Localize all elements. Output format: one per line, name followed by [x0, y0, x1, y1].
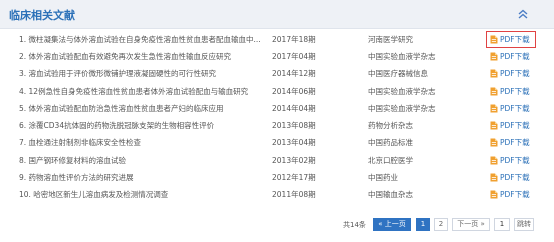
- pdf-download-link[interactable]: PDF下载: [490, 84, 530, 99]
- article-period: 2014年12期: [272, 69, 316, 78]
- pdf-download-link[interactable]: PDF下载: [490, 170, 530, 185]
- pdf-download-label: PDF下载: [500, 173, 530, 182]
- next-page-button[interactable]: 下一页 »: [452, 218, 490, 231]
- article-journal: 河南医学研究: [368, 35, 413, 44]
- pdf-download-link[interactable]: PDF下载: [490, 101, 530, 116]
- pdf-file-icon: [490, 190, 498, 199]
- article-period: 2013年02期: [272, 156, 316, 165]
- prev-page-button[interactable]: « 上一页: [373, 218, 411, 231]
- jump-button[interactable]: 跳转: [514, 218, 534, 231]
- pdf-download-link[interactable]: PDF下载: [490, 49, 530, 64]
- pdf-download-label: PDF下载: [500, 190, 530, 199]
- article-period: 2013年08期: [272, 121, 316, 130]
- article-journal: 中国实验血液学杂志: [368, 52, 436, 61]
- article-period: 2013年04期: [272, 138, 316, 147]
- collapse-chevron-icon[interactable]: [517, 9, 529, 19]
- table-row: 6. 涂覆CD34抗体固的药物洗脱冠脉支架的生物相容性评价 2013年08期 药物分…: [0, 118, 554, 133]
- panel-title: 临床相关文献: [9, 9, 75, 22]
- pdf-download-link[interactable]: PDF下载: [490, 153, 530, 168]
- article-title-link[interactable]: 2. 体外溶血试验配血有效避免再次发生急性溶血性输血反应研究: [19, 49, 267, 64]
- article-title-link[interactable]: 5. 体外溶血试验配血防治急性溶血性贫血患者产妇的临床应用: [19, 101, 267, 116]
- pdf-file-icon: [490, 35, 498, 44]
- pdf-download-label: PDF下载: [500, 138, 530, 147]
- panel-header: 临床相关文献: [0, 0, 554, 29]
- article-title-link[interactable]: 7. 血栓通注射制剂非临床安全性检查: [19, 135, 267, 150]
- pdf-download-link[interactable]: PDF下载: [490, 32, 530, 47]
- table-row: 2. 体外溶血试验配血有效避免再次发生急性溶血性输血反应研究 2017年04期 中国…: [0, 49, 554, 64]
- article-title-link[interactable]: 6. 涂覆CD34抗体固的药物洗脱冠脉支架的生物相容性评价: [19, 118, 267, 133]
- table-row: 4. 12例急性自身免疫性溶血性贫血患者体外溶血试验配血与输血研究 2014年06…: [0, 84, 554, 99]
- pdf-download-label: PDF下载: [500, 104, 530, 113]
- goto-page-input[interactable]: 1: [494, 218, 510, 231]
- table-row: 10. 哈密地区新生儿溶血病发及检测情况调查 2011年08期 中国输血杂志 PDF下…: [0, 187, 554, 202]
- pagination: 共14条 « 上一页 1 2 下一页 » 1 跳转: [0, 218, 554, 232]
- pdf-file-icon: [490, 156, 498, 165]
- article-journal: 中国医疗器械信息: [368, 69, 428, 78]
- article-period: 2017年18期: [272, 35, 316, 44]
- article-title-link[interactable]: 9. 药物溶血性评价方法的研究进展: [19, 170, 267, 185]
- pdf-file-icon: [490, 87, 498, 96]
- article-title-link[interactable]: 4. 12例急性自身免疫性溶血性贫血患者体外溶血试验配血与输血研究: [19, 84, 267, 99]
- pdf-download-label: PDF下载: [500, 69, 530, 78]
- pdf-file-icon: [490, 52, 498, 61]
- table-row: 9. 药物溶血性评价方法的研究进展 2012年17期 中国药业 PDF下载: [0, 170, 554, 185]
- pdf-file-icon: [490, 69, 498, 78]
- article-period: 2017年04期: [272, 52, 316, 61]
- article-journal: 药物分析杂志: [368, 121, 413, 130]
- article-period: 2012年17期: [272, 173, 316, 182]
- article-journal: 北京口腔医学: [368, 156, 413, 165]
- article-journal: 中国药业: [368, 173, 398, 182]
- pdf-download-link[interactable]: PDF下载: [490, 187, 530, 202]
- article-title-link[interactable]: 10. 哈密地区新生儿溶血病发及检测情况调查: [19, 187, 267, 202]
- pdf-download-link[interactable]: PDF下载: [490, 66, 530, 81]
- table-row: 5. 体外溶血试验配血防治急性溶血性贫血患者产妇的临床应用 2014年04期 中国实…: [0, 101, 554, 116]
- table-row: 3. 溶血试验用于评价微形微铺护理液凝固硬性的可行性研究 2014年12期 中国医疗…: [0, 66, 554, 81]
- table-row: 1. 微柱凝集法与体外溶血试验在自身免疫性溶血性贫血患者配血输血中... 2017…: [0, 32, 554, 47]
- pdf-download-label: PDF下载: [500, 156, 530, 165]
- article-journal: 中国输血杂志: [368, 190, 413, 199]
- article-journal: 中国药品标准: [368, 138, 413, 147]
- pdf-download-label: PDF下载: [500, 52, 530, 61]
- page-2-button[interactable]: 2: [434, 218, 448, 231]
- article-journal: 中国实验血液学杂志: [368, 104, 436, 113]
- table-row: 8. 国产钢环修复材料的溶血试验 2013年02期 北京口腔医学 PDF下载: [0, 153, 554, 168]
- page-1-button[interactable]: 1: [416, 218, 430, 231]
- pdf-file-icon: [490, 104, 498, 113]
- article-period: 2011年08期: [272, 190, 316, 199]
- article-period: 2014年06期: [272, 87, 316, 96]
- pdf-download-label: PDF下载: [500, 121, 530, 130]
- pdf-download-label: PDF下载: [500, 87, 530, 96]
- pagination-total: 共14条: [343, 221, 366, 229]
- pdf-download-link[interactable]: PDF下载: [490, 118, 530, 133]
- article-title-link[interactable]: 8. 国产钢环修复材料的溶血试验: [19, 153, 267, 168]
- pdf-download-link[interactable]: PDF下载: [490, 135, 530, 150]
- article-title-link[interactable]: 1. 微柱凝集法与体外溶血试验在自身免疫性溶血性贫血患者配血输血中...: [19, 32, 267, 47]
- pdf-download-label: PDF下载: [500, 35, 530, 44]
- table-row: 7. 血栓通注射制剂非临床安全性检查 2013年04期 中国药品标准 PDF下载: [0, 135, 554, 150]
- article-journal: 中国实验血液学杂志: [368, 87, 436, 96]
- article-title-link[interactable]: 3. 溶血试验用于评价微形微铺护理液凝固硬性的可行性研究: [19, 66, 267, 81]
- pdf-file-icon: [490, 173, 498, 182]
- article-period: 2014年04期: [272, 104, 316, 113]
- pdf-file-icon: [490, 138, 498, 147]
- pdf-file-icon: [490, 121, 498, 130]
